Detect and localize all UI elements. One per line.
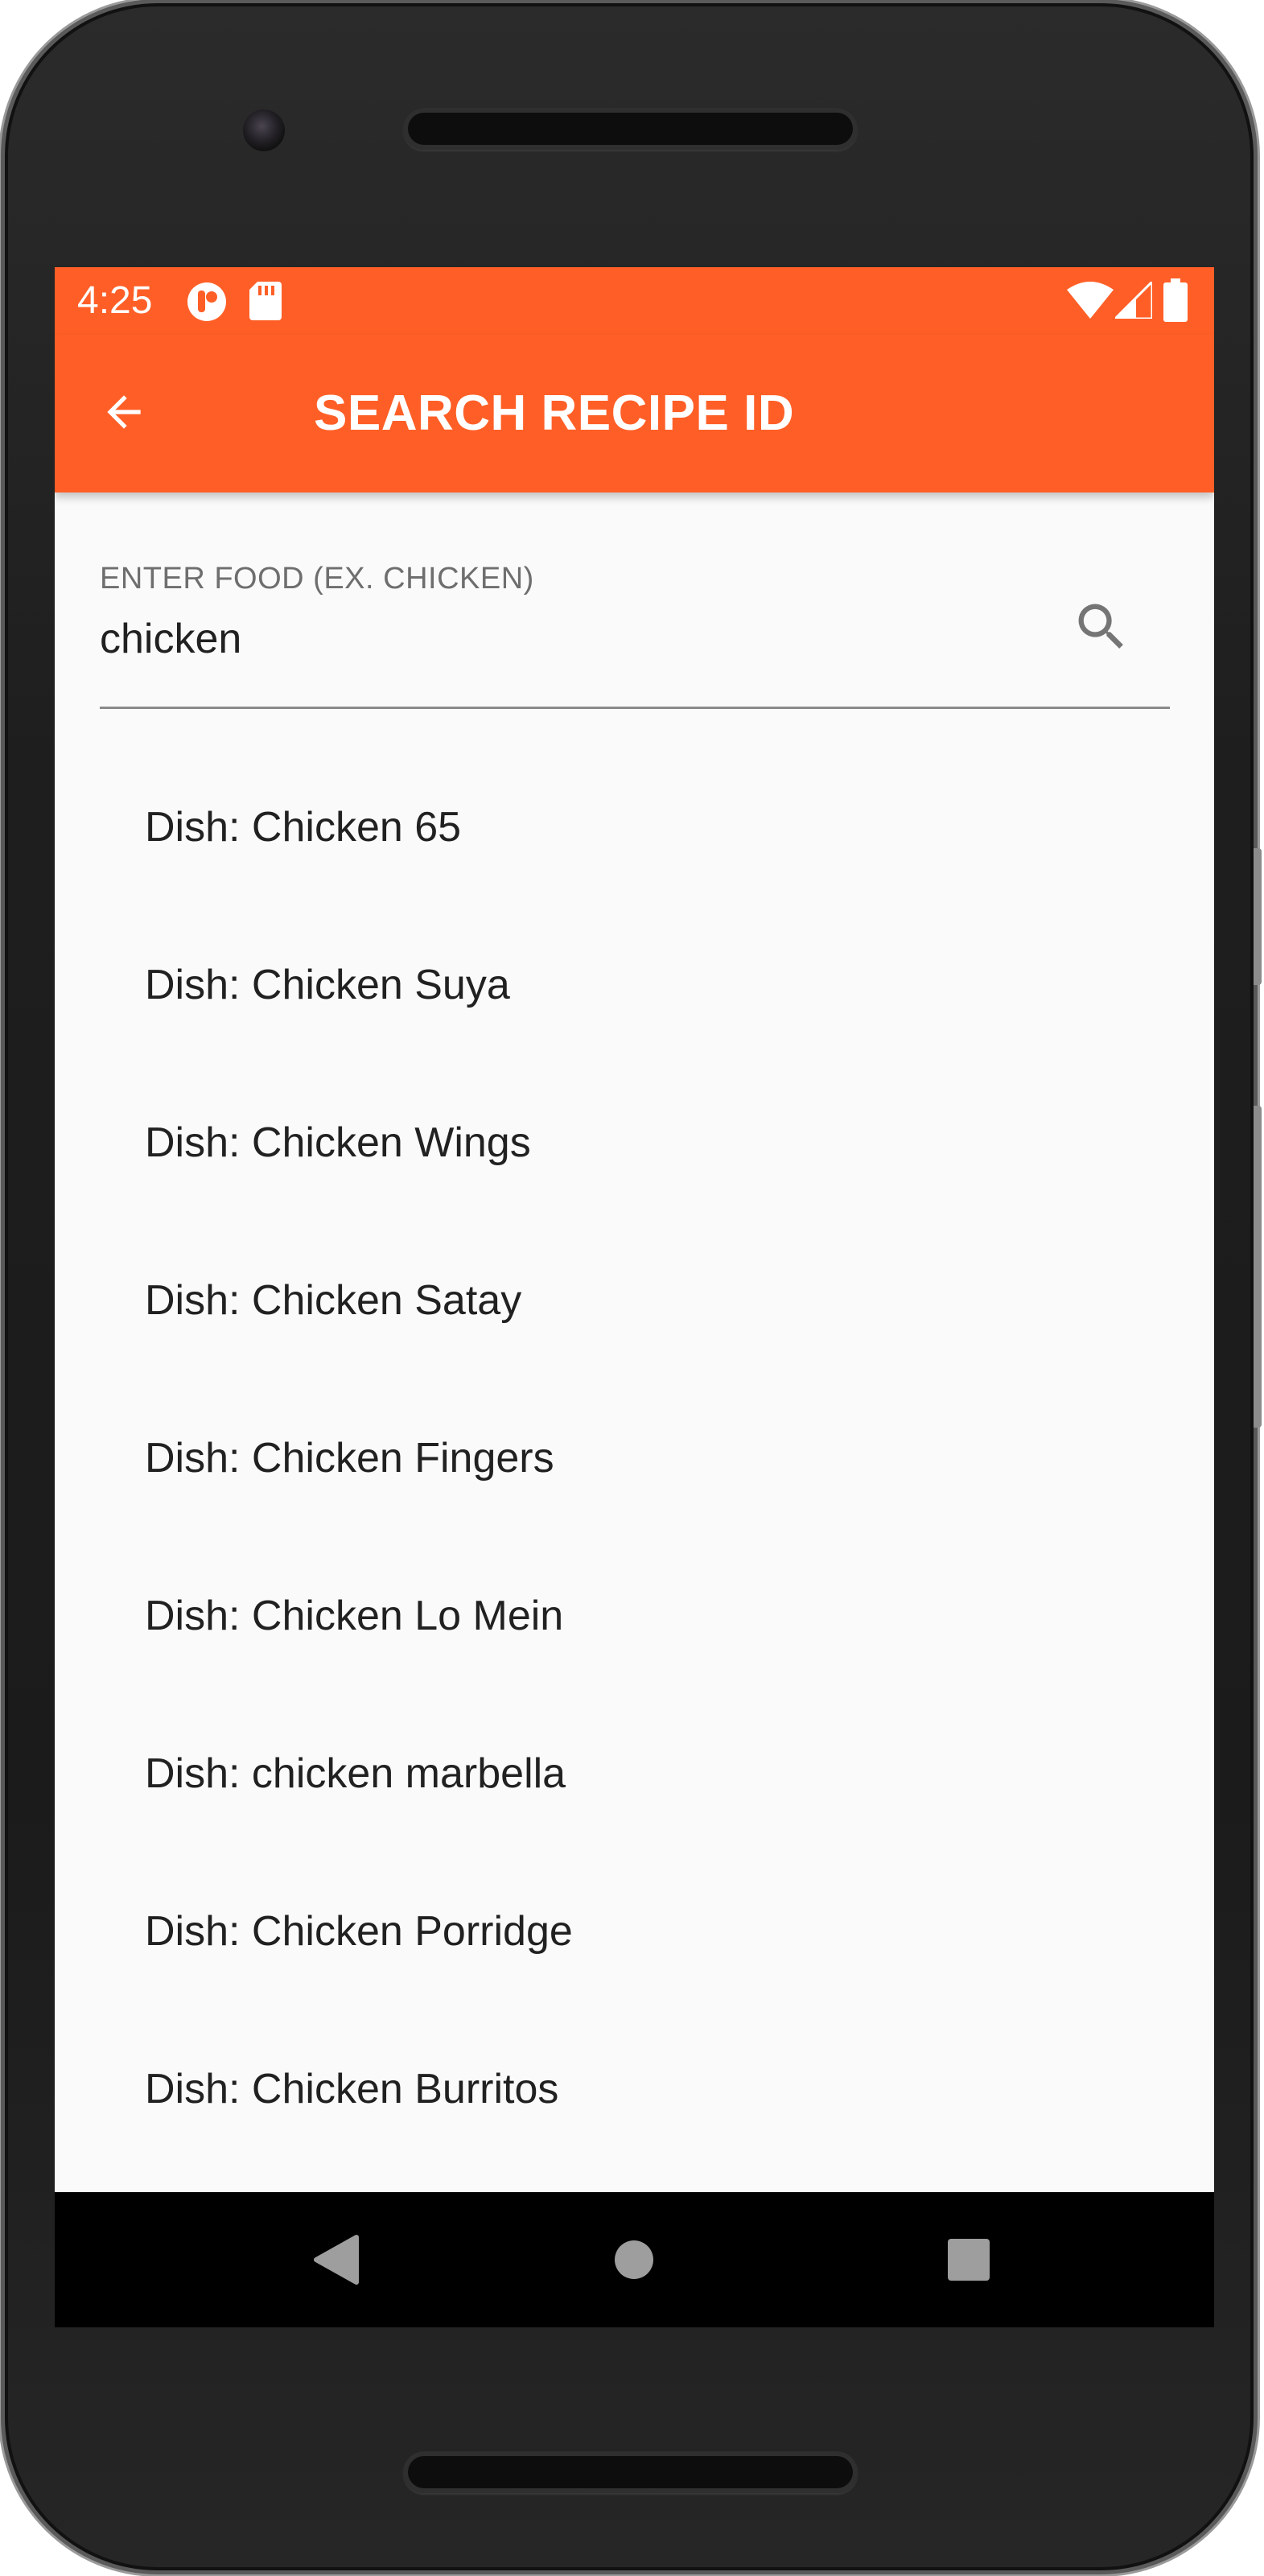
notification-app-icon <box>187 282 226 321</box>
battery-icon <box>1163 278 1188 322</box>
recents-square-icon <box>948 2239 990 2281</box>
list-item[interactable]: Dish: Chicken Porridge <box>55 1853 1214 2010</box>
list-item[interactable]: Dish: Chicken Wings <box>55 1064 1214 1222</box>
list-item[interactable]: Dish: Chicken Burritos <box>55 2010 1214 2168</box>
front-camera <box>243 109 285 151</box>
volume-button <box>1254 1106 1262 1428</box>
list-item[interactable]: Dish: Chicken 65 <box>55 748 1214 906</box>
app-bar: SEARCH RECIPE ID <box>55 335 1214 493</box>
phone-frame: 4:25 SEARCH RECIPE ID ENTER FOOD (EX. CH… <box>5 3 1262 2570</box>
nav-recents-button[interactable] <box>928 2219 1009 2300</box>
search-input[interactable] <box>100 607 1025 671</box>
list-item[interactable]: Dish: Chicken Lo Mein <box>55 1537 1214 1695</box>
nav-home-button[interactable] <box>594 2219 674 2300</box>
search-label: ENTER FOOD (EX. CHICKEN) <box>100 562 534 596</box>
nav-back-button[interactable] <box>296 2219 377 2300</box>
wifi-icon <box>1067 282 1114 319</box>
sd-card-icon <box>249 282 282 320</box>
search-icon <box>1078 604 1123 649</box>
list-item[interactable]: Dish: chicken marbella <box>55 1695 1214 1853</box>
home-circle-icon <box>615 2240 653 2279</box>
bottom-speaker <box>403 2451 858 2493</box>
back-button[interactable] <box>84 372 164 452</box>
result-list: Dish: Chicken 65 Dish: Chicken Suya Dish… <box>55 748 1214 2168</box>
screen: 4:25 SEARCH RECIPE ID ENTER FOOD (EX. CH… <box>55 267 1214 2327</box>
list-item[interactable]: Dish: Chicken Suya <box>55 906 1214 1064</box>
search-field: ENTER FOOD (EX. CHICKEN) <box>100 562 1170 709</box>
back-triangle-icon <box>314 2235 359 2285</box>
system-nav-bar <box>55 2192 1214 2327</box>
cell-signal-icon <box>1115 282 1152 319</box>
list-item[interactable]: Dish: Chicken Fingers <box>55 1379 1214 1537</box>
top-speaker <box>403 108 858 150</box>
power-button <box>1254 848 1262 985</box>
status-time: 4:25 <box>77 279 153 322</box>
list-item[interactable]: Dish: Chicken Satay <box>55 1222 1214 1379</box>
arrow-left-icon <box>107 395 141 429</box>
page-title: SEARCH RECIPE ID <box>314 385 795 441</box>
status-bar: 4:25 <box>55 267 1214 335</box>
search-button[interactable] <box>1065 591 1138 663</box>
